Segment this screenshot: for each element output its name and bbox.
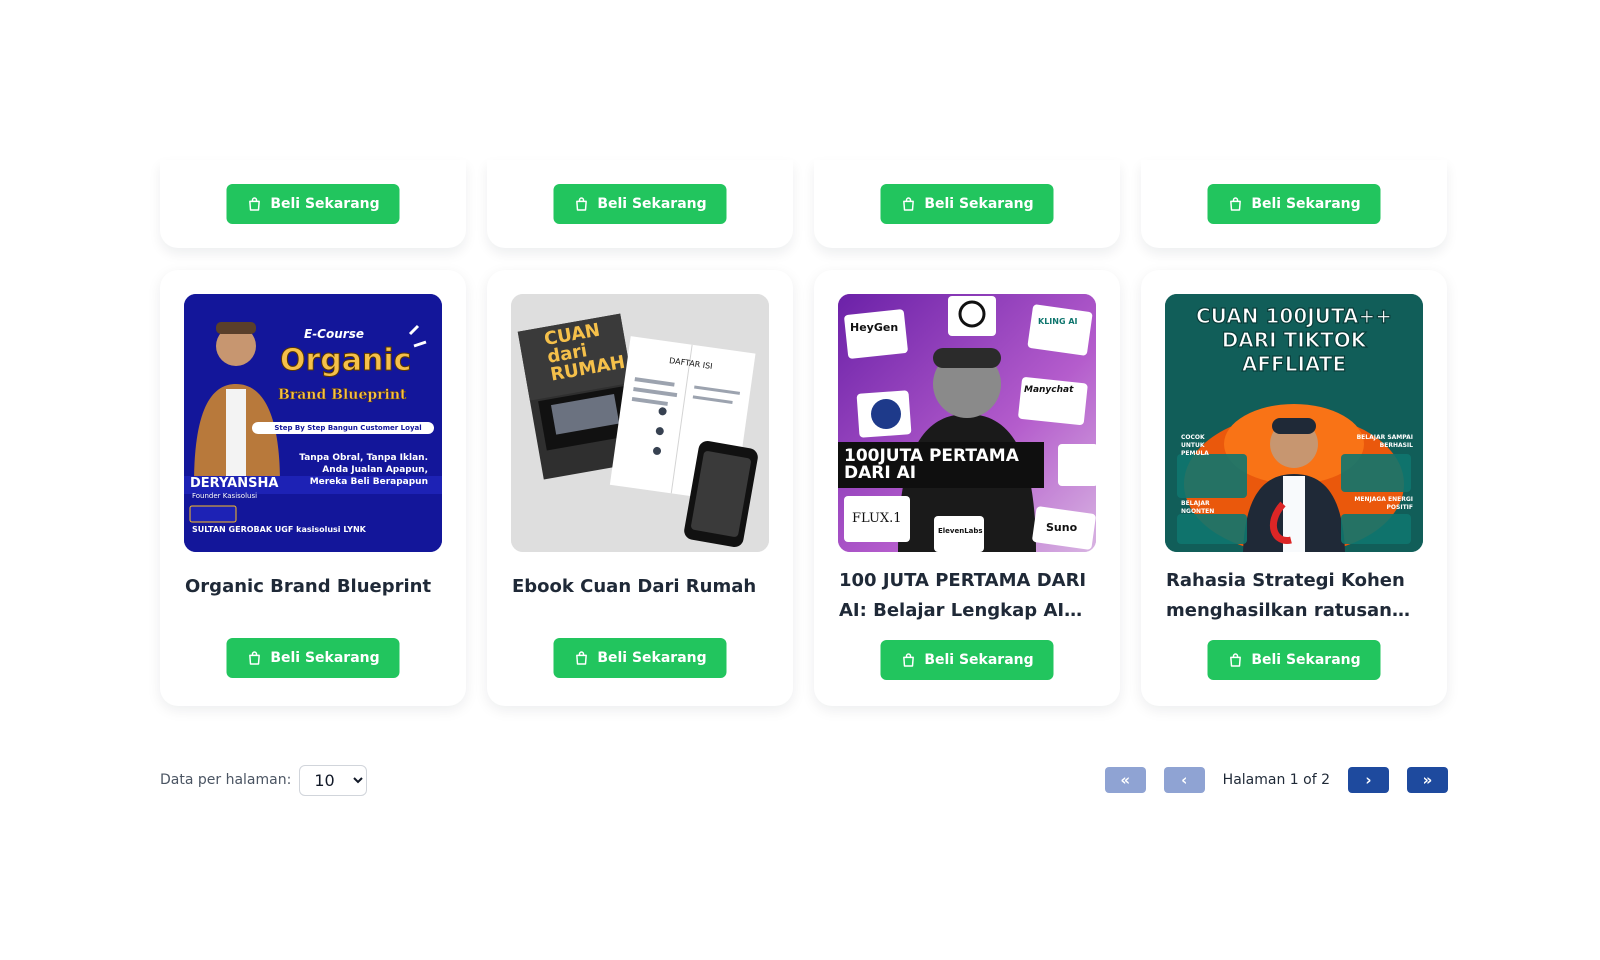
image-text-headline: 100JUTA PERTAMA DARI AI (844, 446, 1019, 483)
product-card: Beli Sekarang (160, 160, 466, 248)
shopping-bag-icon (902, 197, 914, 211)
page-indicator: Halaman 1 of 2 (1222, 772, 1330, 788)
image-label-berhasil: BELAJAR SAMPAI BERHASIL (1356, 434, 1413, 449)
buy-button[interactable]: Beli Sekarang (226, 184, 400, 224)
per-page-label: Data per halaman: (160, 772, 292, 788)
shopping-bag-icon (248, 651, 260, 665)
image-text-role: Founder Kasisolusi (192, 492, 258, 500)
image-label-ngonten: BELAJAR NGONTEN (1181, 500, 1215, 515)
image-text-brand-blueprint: Brand Blueprint (278, 387, 407, 403)
image-logo-manychat: Manychat (1024, 385, 1074, 395)
product-image[interactable]: 100JUTA PERTAMA DARI AI HeyGen KLING AI … (838, 294, 1096, 552)
buy-button[interactable]: Beli Sekarang (553, 184, 727, 224)
product-card: E-Course Organic Brand Blueprint Step By… (160, 270, 466, 706)
image-text-logos: SULTAN GEROBAK UGF kasisolusi LYNK (192, 526, 366, 534)
shopping-bag-icon (248, 197, 260, 211)
product-card: Beli Sekarang (487, 160, 793, 248)
product-image[interactable]: CUAN 100JUTA++ DARI TIKTOK AFFLIATE COCO… (1165, 294, 1423, 552)
product-title[interactable]: Organic Brand Blueprint (185, 572, 444, 602)
image-text-tagline: Step By Step Bangun Customer Loyal (274, 424, 422, 432)
product-card: 100JUTA PERTAMA DARI AI HeyGen KLING AI … (814, 270, 1120, 706)
buy-button[interactable]: Beli Sekarang (880, 640, 1054, 680)
per-page-select[interactable]: 10 (299, 764, 368, 796)
product-grid-top-row: Beli Sekarang Beli Sekarang Beli Sekaran… (160, 160, 1448, 248)
product-card: Beli Sekarang (1141, 160, 1447, 248)
shopping-bag-icon (1229, 653, 1241, 667)
buy-button[interactable]: Beli Sekarang (880, 184, 1054, 224)
image-logo-kling: KLING AI (1038, 317, 1078, 326)
image-label-pemula: COCOK UNTUK PEMULA (1181, 434, 1209, 457)
prev-page-button[interactable]: ‹ (1163, 767, 1205, 793)
buy-button[interactable]: Beli Sekarang (1207, 184, 1381, 224)
next-page-button[interactable]: › (1348, 767, 1389, 793)
image-text-organic: Organic (279, 343, 412, 378)
image-logo-elevenlabs: ElevenLabs (938, 527, 983, 535)
product-image[interactable]: E-Course Organic Brand Blueprint Step By… (184, 294, 442, 552)
last-page-button[interactable]: » (1407, 767, 1448, 793)
buy-button-label: Beli Sekarang (597, 196, 707, 212)
product-title[interactable]: 100 JUTA PERTAMA DARI AI: Belajar Lengka… (839, 566, 1098, 626)
product-card: CUAN dari RUMAH DAFTAR ISI Ebook Cuan Da… (487, 270, 793, 706)
product-image[interactable]: CUAN dari RUMAH DAFTAR ISI (511, 294, 769, 552)
image-logo-flux: FLUX.1 (852, 511, 902, 526)
shopping-bag-icon (902, 653, 914, 667)
double-chevron-left-icon: « (1120, 771, 1131, 789)
product-grid: E-Course Organic Brand Blueprint Step By… (160, 270, 1448, 706)
image-text-ecourse: E-Course (304, 327, 364, 341)
image-text-name: DERYANSHA (190, 476, 279, 491)
first-page-button[interactable]: « (1104, 767, 1146, 793)
buy-button-label: Beli Sekarang (924, 196, 1034, 212)
chevron-right-icon: › (1365, 771, 1372, 789)
product-card: Beli Sekarang (814, 160, 1120, 248)
buy-button-label: Beli Sekarang (270, 196, 380, 212)
buy-button[interactable]: Beli Sekarang (1207, 640, 1381, 680)
buy-button-label: Beli Sekarang (924, 652, 1034, 668)
chevron-left-icon: ‹ (1181, 771, 1188, 789)
image-logo-suno: Suno (1046, 521, 1078, 534)
product-card: CUAN 100JUTA++ DARI TIKTOK AFFLIATE COCO… (1141, 270, 1447, 706)
image-text-lines: Tanpa Obral, Tanpa Iklan. Anda Jualan Ap… (299, 453, 428, 487)
image-text-headline: CUAN 100JUTA++ DARI TIKTOK AFFLIATE (1195, 303, 1392, 376)
buy-button[interactable]: Beli Sekarang (553, 638, 727, 678)
pager-controls: « ‹ Halaman 1 of 2 › » (1104, 767, 1448, 793)
shopping-bag-icon (575, 197, 587, 211)
buy-button-label: Beli Sekarang (597, 650, 707, 666)
product-title[interactable]: Rahasia Strategi Kohen menghasilkan ratu… (1166, 566, 1425, 626)
double-chevron-right-icon: » (1422, 771, 1433, 789)
pagination-bar: Data per halaman: 10 « ‹ Halaman 1 of 2 … (160, 764, 1448, 796)
buy-button-label: Beli Sekarang (270, 650, 380, 666)
image-label-energi: MENJAGA ENERGI POSITIF (1354, 496, 1413, 511)
buy-button-label: Beli Sekarang (1251, 196, 1361, 212)
buy-button-label: Beli Sekarang (1251, 652, 1361, 668)
buy-button[interactable]: Beli Sekarang (226, 638, 400, 678)
product-title[interactable]: Ebook Cuan Dari Rumah (512, 572, 771, 602)
image-logo-heygen: HeyGen (850, 321, 899, 334)
shopping-bag-icon (1229, 197, 1241, 211)
shopping-bag-icon (575, 651, 587, 665)
